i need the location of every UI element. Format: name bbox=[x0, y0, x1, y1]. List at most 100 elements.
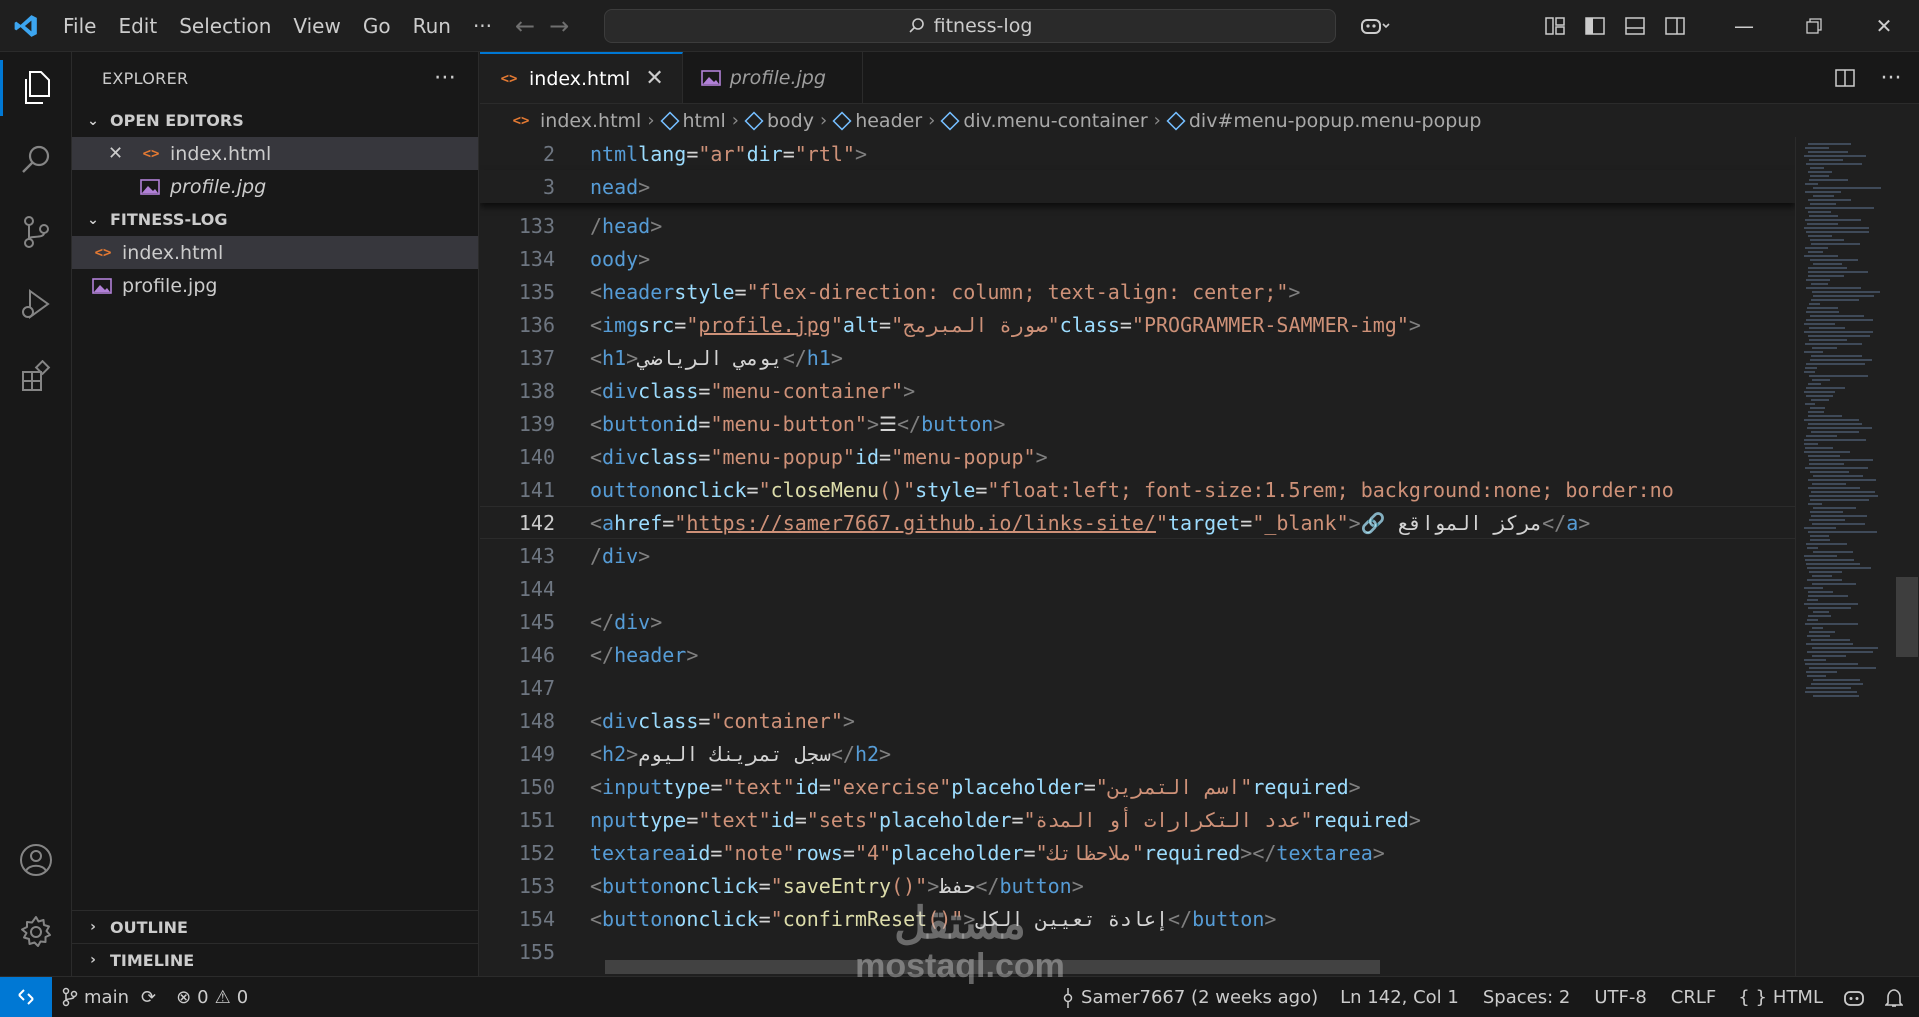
menu-file[interactable]: File bbox=[52, 0, 107, 52]
cursor-position[interactable]: Ln 142, Col 1 bbox=[1328, 977, 1471, 1017]
line-number[interactable]: 134 bbox=[480, 247, 555, 271]
open-editor-item[interactable]: profile.jpg bbox=[72, 170, 478, 203]
code-line[interactable]: 140 < div class = "menu-popup" id = "menu-pop… bbox=[480, 440, 1795, 473]
menu-view[interactable]: View bbox=[282, 0, 351, 52]
tab-profile-jpg[interactable]: profile.jpg bbox=[683, 52, 863, 103]
code-line[interactable]: 138 < div class = "menu-container" > bbox=[480, 374, 1795, 407]
sync-icon[interactable]: ⟳ bbox=[141, 987, 156, 1008]
menu-selection[interactable]: Selection bbox=[168, 0, 282, 52]
tab-index-html[interactable]: <> index.html ✕ bbox=[480, 52, 683, 103]
split-editor-icon[interactable] bbox=[1825, 58, 1865, 98]
command-center-search[interactable]: fitness-log bbox=[604, 9, 1336, 43]
line-number[interactable]: 138 bbox=[480, 379, 555, 403]
breadcrumb-item[interactable]: header bbox=[832, 110, 922, 132]
code-line[interactable]: 142 < a href = " https://samer7667.github.io… bbox=[480, 506, 1795, 539]
code-line[interactable]: 141 outton onclick = " closeMenu() " style = "f… bbox=[480, 473, 1795, 506]
run-and-debug-icon[interactable] bbox=[0, 268, 72, 340]
line-number[interactable]: 148 bbox=[480, 709, 555, 733]
line-number[interactable]: 143 bbox=[480, 544, 555, 568]
code-editor[interactable]: 2 ntml lang = "ar" dir = "rtl" > 3 nead > 133/head… bbox=[480, 137, 1795, 976]
line-number[interactable]: 155 bbox=[480, 940, 555, 964]
menu-more-button[interactable]: ··· bbox=[462, 0, 503, 52]
code-line[interactable]: 134 oody > bbox=[480, 242, 1795, 275]
code-line[interactable]: 143/div > bbox=[480, 539, 1795, 572]
timeline-section[interactable]: › TIMELINE bbox=[72, 943, 479, 976]
toggle-primary-sidebar-icon[interactable] bbox=[1575, 6, 1615, 46]
branch-status[interactable]: main ⟳ bbox=[52, 977, 166, 1017]
open-editor-item[interactable]: ✕ <> index.html bbox=[72, 137, 478, 170]
line-number[interactable]: 145 bbox=[480, 610, 555, 634]
code-line[interactable]: 150 < input type = "text" id = "exercise" pla… bbox=[480, 770, 1795, 803]
breadcrumb-item[interactable]: div#menu-popup.menu-popup bbox=[1166, 110, 1481, 132]
code-line[interactable]: 133/head > bbox=[480, 209, 1795, 242]
search-icon[interactable] bbox=[0, 124, 72, 196]
line-number[interactable]: 153 bbox=[480, 874, 555, 898]
git-blame-status[interactable]: Samer7667 (2 weeks ago) bbox=[1051, 977, 1328, 1017]
close-window-icon[interactable]: ✕ bbox=[1849, 0, 1919, 52]
line-number[interactable]: 139 bbox=[480, 412, 555, 436]
code-line[interactable]: 139 < button id = "menu-button" > ☰ </button > bbox=[480, 407, 1795, 440]
code-line[interactable]: 148 < div class = "container" > bbox=[480, 704, 1795, 737]
breadcrumb-item[interactable]: html bbox=[659, 110, 726, 132]
open-editors-section[interactable]: ⌄ OPEN EDITORS bbox=[72, 104, 478, 137]
minimize-icon[interactable]: — bbox=[1709, 0, 1779, 52]
line-number[interactable]: 133 bbox=[480, 214, 555, 238]
extensions-icon[interactable] bbox=[0, 340, 72, 412]
indentation[interactable]: Spaces: 2 bbox=[1471, 977, 1582, 1017]
line-number[interactable]: 150 bbox=[480, 775, 555, 799]
close-editor-icon[interactable]: ✕ bbox=[108, 143, 132, 164]
line-number[interactable]: 3 bbox=[480, 175, 555, 199]
line-number[interactable]: 151 bbox=[480, 808, 555, 832]
code-line[interactable]: 152 textarea id = "note" rows = "4" placehold… bbox=[480, 836, 1795, 869]
code-line[interactable]: 145 </div > bbox=[480, 605, 1795, 638]
toggle-panel-icon[interactable] bbox=[1615, 6, 1655, 46]
toggle-secondary-sidebar-icon[interactable] bbox=[1655, 6, 1695, 46]
line-number[interactable]: 135 bbox=[480, 280, 555, 304]
code-line[interactable]: 154 < button onclick = " confirmReset() " > إعا… bbox=[480, 902, 1795, 935]
file-tree-item[interactable]: profile.jpg bbox=[72, 269, 478, 302]
code-line[interactable]: 136 < img src = " profile.jpg " alt = "صورة الم… bbox=[480, 308, 1795, 341]
line-number[interactable]: 144 bbox=[480, 577, 555, 601]
explorer-more-actions-button[interactable]: ··· bbox=[434, 66, 456, 91]
line-number[interactable]: 142 bbox=[480, 511, 555, 535]
accounts-icon[interactable] bbox=[0, 824, 72, 896]
sticky-scroll-line[interactable]: 3 nead > bbox=[480, 170, 1795, 203]
line-number[interactable]: 147 bbox=[480, 676, 555, 700]
line-number[interactable]: 152 bbox=[480, 841, 555, 865]
back-arrow-icon[interactable]: ← bbox=[515, 12, 535, 40]
sticky-scroll-line[interactable]: 2 ntml lang = "ar" dir = "rtl" > bbox=[480, 137, 1795, 170]
code-line[interactable]: 135 < header style = "flex-direction: colum… bbox=[480, 275, 1795, 308]
code-line[interactable]: 153 < button onclick = " saveEntry() " > حفظ </b… bbox=[480, 869, 1795, 902]
breadcrumb-item[interactable]: <> index.html bbox=[510, 110, 642, 132]
settings-gear-icon[interactable] bbox=[0, 896, 72, 968]
line-number[interactable]: 140 bbox=[480, 445, 555, 469]
explorer-icon[interactable] bbox=[0, 52, 72, 124]
encoding[interactable]: UTF-8 bbox=[1582, 977, 1658, 1017]
editor-more-actions-icon[interactable]: ··· bbox=[1871, 58, 1911, 98]
file-tree-item[interactable]: <> index.html bbox=[72, 236, 478, 269]
close-tab-icon[interactable]: ✕ bbox=[645, 66, 663, 91]
copilot-status-icon[interactable] bbox=[1833, 977, 1875, 1017]
end-of-line[interactable]: CRLF bbox=[1659, 977, 1728, 1017]
source-control-icon[interactable] bbox=[0, 196, 72, 268]
restore-icon[interactable] bbox=[1779, 0, 1849, 52]
code-line[interactable]: 146 </header > bbox=[480, 638, 1795, 671]
minimap[interactable] bbox=[1795, 137, 1919, 976]
line-number[interactable]: 136 bbox=[480, 313, 555, 337]
code-line[interactable]: 144 bbox=[480, 572, 1795, 605]
forward-arrow-icon[interactable]: → bbox=[549, 12, 569, 40]
breadcrumb-item[interactable]: body bbox=[744, 110, 814, 132]
code-line[interactable]: 147 bbox=[480, 671, 1795, 704]
language-mode[interactable]: { } HTML bbox=[1728, 977, 1833, 1017]
code-line[interactable]: 137 < h1 > يومي الرياضي </h1 > bbox=[480, 341, 1795, 374]
menu-go[interactable]: Go bbox=[352, 0, 402, 52]
menu-run[interactable]: Run bbox=[402, 0, 462, 52]
outline-section[interactable]: › OUTLINE bbox=[72, 910, 479, 943]
line-number[interactable]: 154 bbox=[480, 907, 555, 931]
minimap-slider[interactable] bbox=[1896, 577, 1918, 657]
fitness-log-folder-section[interactable]: ⌄ FITNESS-LOG bbox=[72, 203, 478, 236]
remote-indicator-icon[interactable] bbox=[0, 976, 52, 1017]
line-number[interactable]: 2 bbox=[480, 142, 555, 166]
line-number[interactable]: 141 bbox=[480, 478, 555, 502]
notifications-bell-icon[interactable] bbox=[1875, 977, 1919, 1017]
